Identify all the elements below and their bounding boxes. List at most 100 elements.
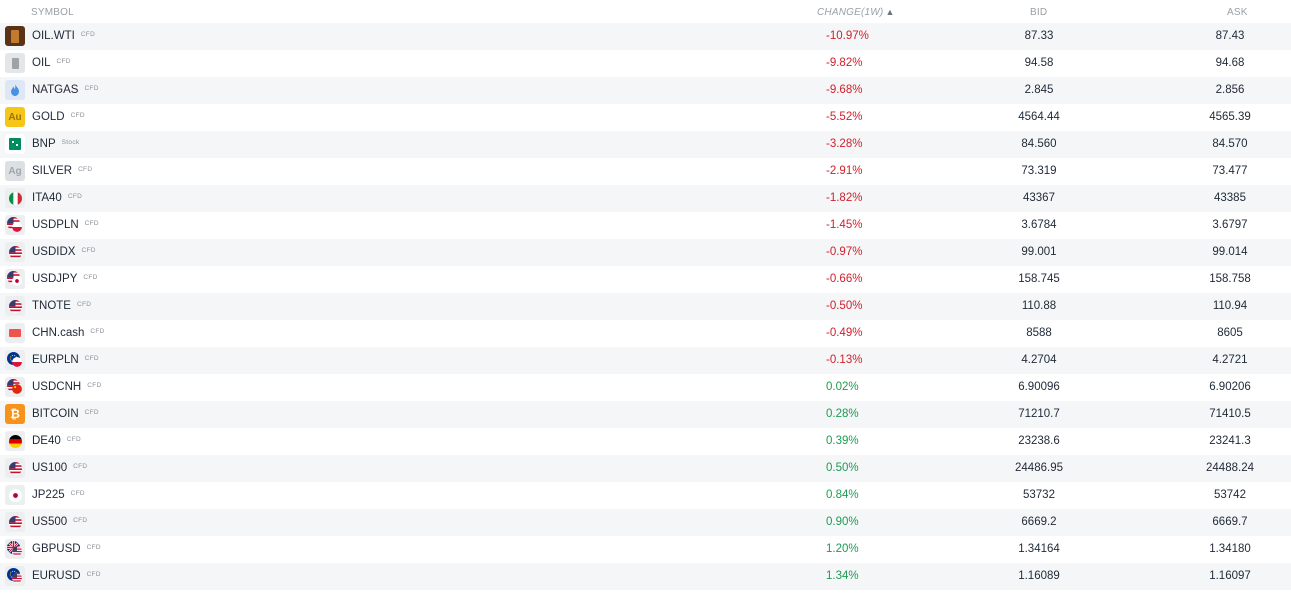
table-row[interactable]: USDCNH CFD 0.02% 6.90096 6.90206 <box>0 374 1291 401</box>
table-row[interactable]: CHN.cash CFD -0.49% 8588 8605 <box>0 320 1291 347</box>
bid-price[interactable]: 84.560 <box>979 138 1099 150</box>
bid-price[interactable]: 158.745 <box>979 273 1099 285</box>
silver-icon: Ag <box>5 161 25 181</box>
symbol-cell[interactable]: OIL.WTI CFD <box>32 30 95 42</box>
bid-price[interactable]: 23238.6 <box>979 435 1099 447</box>
symbol-name: US500 <box>32 516 68 528</box>
table-row[interactable]: USDIDX CFD -0.97% 99.001 99.014 <box>0 239 1291 266</box>
bid-price[interactable]: 87.33 <box>979 30 1099 42</box>
ask-price[interactable]: 24488.24 <box>1175 462 1285 474</box>
bid-price[interactable]: 110.88 <box>979 300 1099 312</box>
symbol-cell[interactable]: TNOTE CFD <box>32 300 91 312</box>
ask-price[interactable]: 71410.5 <box>1175 408 1285 420</box>
column-header-bid[interactable]: BID <box>1030 7 1047 18</box>
table-row[interactable]: DE40 CFD 0.39% 23238.6 23241.3 <box>0 428 1291 455</box>
ask-price[interactable]: 4565.39 <box>1175 111 1285 123</box>
change-value: -9.82% <box>826 57 863 69</box>
table-row[interactable]: GBPUSD CFD 1.20% 1.34164 1.34180 <box>0 536 1291 563</box>
instrument-type-badge: Stock <box>61 139 80 146</box>
bid-price[interactable]: 8588 <box>979 327 1099 339</box>
symbol-cell[interactable]: BITCOIN CFD <box>32 408 99 420</box>
column-header-symbol[interactable]: SYMBOL <box>31 7 74 18</box>
ask-price[interactable]: 43385 <box>1175 192 1285 204</box>
bid-price[interactable]: 6669.2 <box>979 516 1099 528</box>
symbol-cell[interactable]: USDIDX CFD <box>32 246 96 258</box>
bid-price[interactable]: 1.16089 <box>979 570 1099 582</box>
ask-price[interactable]: 6.90206 <box>1175 381 1285 393</box>
bid-price[interactable]: 24486.95 <box>979 462 1099 474</box>
table-row[interactable]: NATGAS CFD -9.68% 2.845 2.856 <box>0 77 1291 104</box>
symbol-cell[interactable]: CHN.cash CFD <box>32 327 105 339</box>
symbol-name: JP225 <box>32 489 65 501</box>
ask-price[interactable]: 99.014 <box>1175 246 1285 258</box>
symbol-cell[interactable]: US100 CFD <box>32 462 87 474</box>
table-row[interactable]: EURPLN CFD -0.13% 4.2704 4.2721 <box>0 347 1291 374</box>
ask-price[interactable]: 87.43 <box>1175 30 1285 42</box>
table-row[interactable]: Au GOLD CFD -5.52% 4564.44 4565.39 <box>0 104 1291 131</box>
change-value: -0.66% <box>826 273 863 285</box>
bid-price[interactable]: 53732 <box>979 489 1099 501</box>
symbol-cell[interactable]: OIL CFD <box>32 57 71 69</box>
table-row[interactable]: OIL.WTI CFD -10.97% 87.33 87.43 <box>0 23 1291 50</box>
ask-price[interactable]: 110.94 <box>1175 300 1285 312</box>
ask-price[interactable]: 84.570 <box>1175 138 1285 150</box>
bid-price[interactable]: 71210.7 <box>979 408 1099 420</box>
instrument-type-badge: CFD <box>87 382 102 389</box>
table-row[interactable]: TNOTE CFD -0.50% 110.88 110.94 <box>0 293 1291 320</box>
bitcoin-icon: ₿ <box>5 404 25 424</box>
symbol-cell[interactable]: JP225 CFD <box>32 489 85 501</box>
symbol-cell[interactable]: USDPLN CFD <box>32 219 99 231</box>
bid-price[interactable]: 2.845 <box>979 84 1099 96</box>
symbol-cell[interactable]: USDJPY CFD <box>32 273 98 285</box>
symbol-cell[interactable]: NATGAS CFD <box>32 84 99 96</box>
symbol-cell[interactable]: EURPLN CFD <box>32 354 99 366</box>
instrument-table: SYMBOL CHANGE(1W) ▲ BID ASK OIL.WTI CFD -10… <box>0 0 1291 590</box>
table-row[interactable]: JP225 CFD 0.84% 53732 53742 <box>0 482 1291 509</box>
ask-price[interactable]: 4.2721 <box>1175 354 1285 366</box>
ask-price[interactable]: 1.34180 <box>1175 543 1285 555</box>
change-value: 1.20% <box>826 543 859 555</box>
symbol-cell[interactable]: EURUSD CFD <box>32 570 101 582</box>
ask-price[interactable]: 1.16097 <box>1175 570 1285 582</box>
symbol-name: USDIDX <box>32 246 76 258</box>
symbol-cell[interactable]: DE40 CFD <box>32 435 81 447</box>
table-row[interactable]: USDPLN CFD -1.45% 3.6784 3.6797 <box>0 212 1291 239</box>
table-row[interactable]: BNP Stock -3.28% 84.560 84.570 <box>0 131 1291 158</box>
symbol-cell[interactable]: US500 CFD <box>32 516 87 528</box>
column-header-change[interactable]: CHANGE(1W) ▲ <box>817 7 895 18</box>
bid-price[interactable]: 43367 <box>979 192 1099 204</box>
bid-price[interactable]: 3.6784 <box>979 219 1099 231</box>
symbol-cell[interactable]: GOLD CFD <box>32 111 85 123</box>
table-row[interactable]: USDJPY CFD -0.66% 158.745 158.758 <box>0 266 1291 293</box>
table-row[interactable]: US100 CFD 0.50% 24486.95 24488.24 <box>0 455 1291 482</box>
symbol-cell[interactable]: SILVER CFD <box>32 165 92 177</box>
instrument-type-badge: CFD <box>84 409 99 416</box>
symbol-cell[interactable]: GBPUSD CFD <box>32 543 101 555</box>
table-row[interactable]: US500 CFD 0.90% 6669.2 6669.7 <box>0 509 1291 536</box>
ask-price[interactable]: 53742 <box>1175 489 1285 501</box>
symbol-cell[interactable]: USDCNH CFD <box>32 381 101 393</box>
symbol-cell[interactable]: ITA40 CFD <box>32 192 82 204</box>
table-row[interactable]: EURUSD CFD 1.34% 1.16089 1.16097 <box>0 563 1291 590</box>
ask-price[interactable]: 3.6797 <box>1175 219 1285 231</box>
bid-price[interactable]: 94.58 <box>979 57 1099 69</box>
ask-price[interactable]: 158.758 <box>1175 273 1285 285</box>
bid-price[interactable]: 4.2704 <box>979 354 1099 366</box>
bid-price[interactable]: 6.90096 <box>979 381 1099 393</box>
table-row[interactable]: ITA40 CFD -1.82% 43367 43385 <box>0 185 1291 212</box>
symbol-cell[interactable]: BNP Stock <box>32 138 79 150</box>
bid-price[interactable]: 4564.44 <box>979 111 1099 123</box>
table-row[interactable]: ₿ BITCOIN CFD 0.28% 71210.7 71410.5 <box>0 401 1291 428</box>
ask-price[interactable]: 6669.7 <box>1175 516 1285 528</box>
bid-price[interactable]: 1.34164 <box>979 543 1099 555</box>
ask-price[interactable]: 2.856 <box>1175 84 1285 96</box>
ask-price[interactable]: 94.68 <box>1175 57 1285 69</box>
bid-price[interactable]: 99.001 <box>979 246 1099 258</box>
ask-price[interactable]: 23241.3 <box>1175 435 1285 447</box>
ask-price[interactable]: 73.477 <box>1175 165 1285 177</box>
table-row[interactable]: Ag SILVER CFD -2.91% 73.319 73.477 <box>0 158 1291 185</box>
ask-price[interactable]: 8605 <box>1175 327 1285 339</box>
bid-price[interactable]: 73.319 <box>979 165 1099 177</box>
column-header-ask[interactable]: ASK <box>1227 7 1248 18</box>
table-row[interactable]: OIL CFD -9.82% 94.58 94.68 <box>0 50 1291 77</box>
